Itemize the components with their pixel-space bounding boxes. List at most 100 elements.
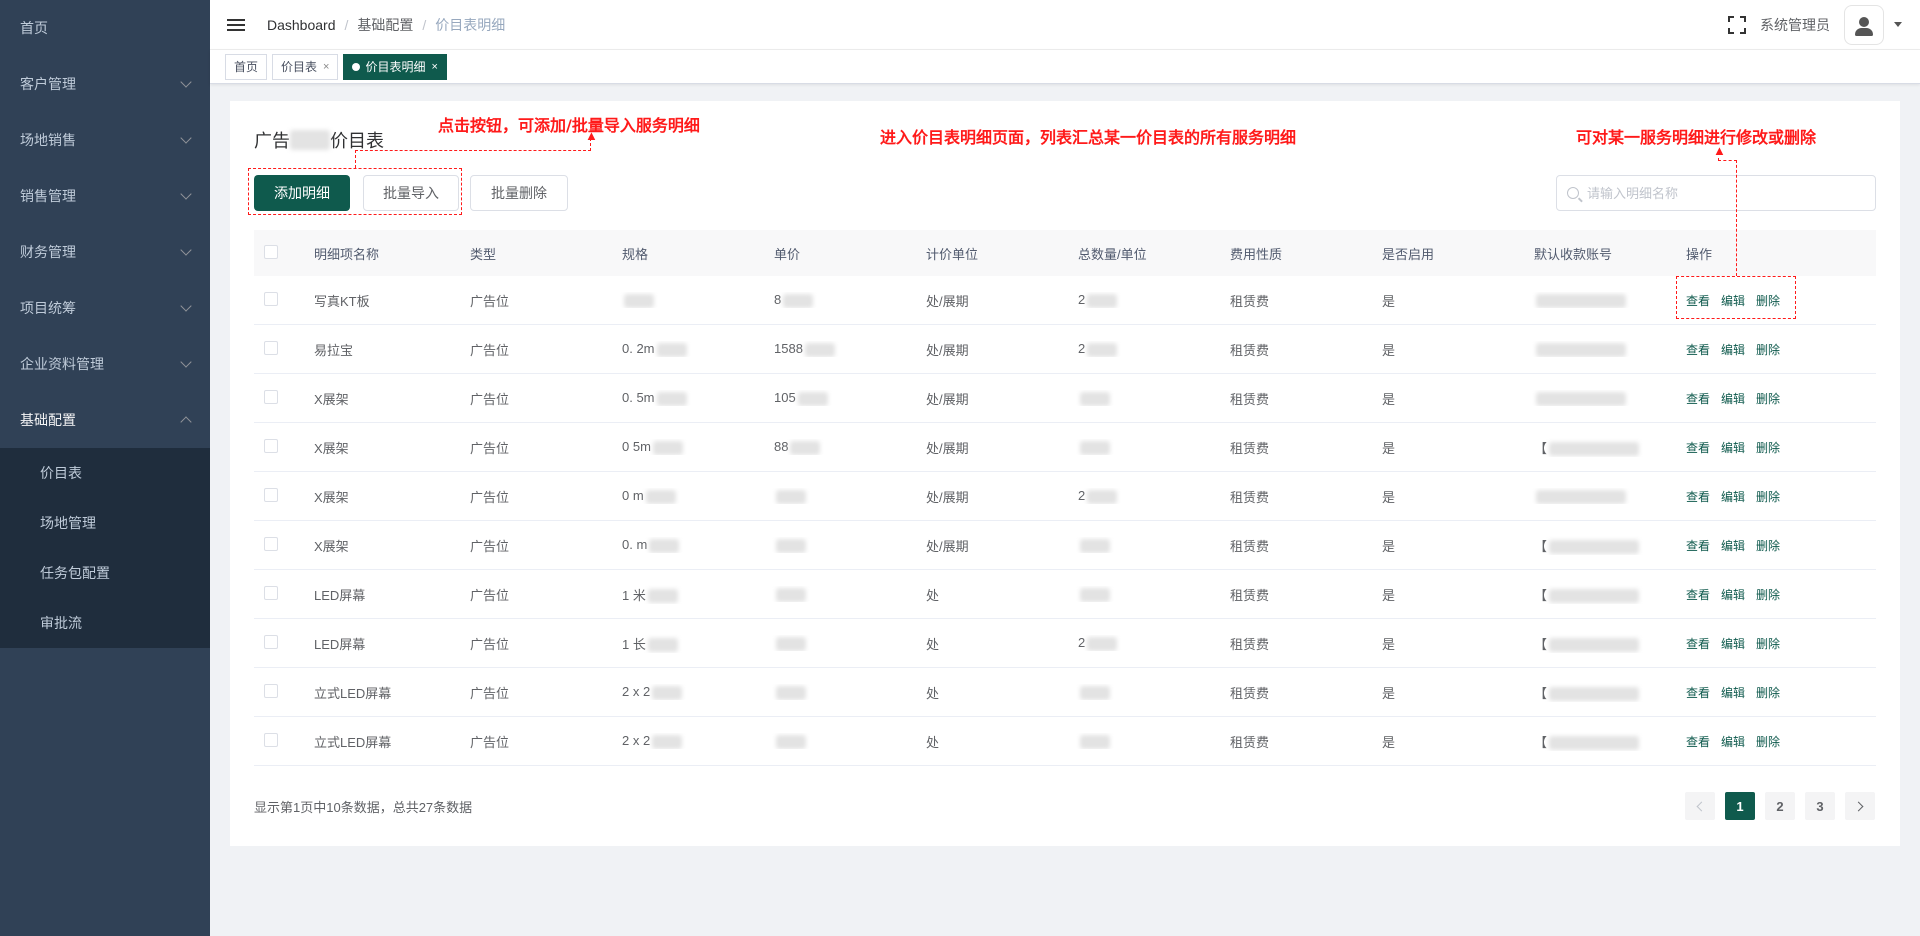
tab-price-detail[interactable]: 价目表明细 × — [343, 53, 447, 80]
edit-link[interactable]: 编辑 — [1721, 490, 1745, 504]
sidebar-subitem-price-list[interactable]: 价目表 — [0, 448, 210, 498]
redacted-text — [776, 538, 806, 553]
table-row: LED屏幕 广告位 1 米 处 租赁费 是 【 查看 编辑 删除 — [254, 570, 1876, 619]
cell-text: 广告位 — [470, 636, 510, 652]
view-link[interactable]: 查看 — [1686, 588, 1710, 602]
sidebar-subitem-venue[interactable]: 场地管理 — [0, 498, 210, 548]
view-link[interactable]: 查看 — [1686, 392, 1710, 406]
row-checkbox[interactable] — [264, 389, 278, 404]
sidebar-item-customer[interactable]: 客户管理 — [0, 56, 210, 112]
view-link[interactable]: 查看 — [1686, 490, 1710, 504]
sidebar-item-project[interactable]: 项目统筹 — [0, 280, 210, 336]
row-checkbox[interactable] — [264, 683, 278, 698]
row-checkbox[interactable] — [264, 487, 278, 502]
delete-link[interactable]: 删除 — [1756, 441, 1780, 455]
cell-spec: 0. 2m — [612, 341, 764, 357]
row-checkbox[interactable] — [264, 291, 278, 306]
cell-price: 105 — [764, 390, 916, 406]
batch-delete-button[interactable]: 批量删除 — [470, 175, 568, 211]
cell-spec: 0. 5m — [612, 390, 764, 406]
sidebar-item-finance[interactable]: 财务管理 — [0, 224, 210, 280]
search-input[interactable] — [1587, 185, 1867, 201]
delete-link[interactable]: 删除 — [1756, 735, 1780, 749]
view-link[interactable]: 查看 — [1686, 343, 1710, 357]
cell-fee: 租赁费 — [1220, 585, 1372, 604]
row-checkbox[interactable] — [264, 732, 278, 747]
breadcrumb: Dashboard / 基础配置 / 价目表明细 — [267, 15, 505, 35]
cell-text: 是 — [1382, 685, 1396, 701]
delete-link[interactable]: 删除 — [1756, 490, 1780, 504]
view-link[interactable]: 查看 — [1686, 441, 1710, 455]
prev-page-button[interactable] — [1685, 792, 1715, 820]
cell-text: 0. 5m — [622, 390, 655, 406]
row-checkbox[interactable] — [264, 634, 278, 649]
cell-name: 立式LED屏幕 — [304, 732, 460, 751]
hamburger-icon[interactable] — [227, 16, 245, 34]
tab-label: 首页 — [234, 59, 259, 74]
sidebar-item-sales[interactable]: 销售管理 — [0, 168, 210, 224]
sidebar-item-home[interactable]: 首页 — [0, 0, 210, 56]
cell-text: 广告位 — [470, 489, 510, 505]
edit-link[interactable]: 编辑 — [1721, 686, 1745, 700]
row-checkbox[interactable] — [264, 536, 278, 551]
edit-link[interactable]: 编辑 — [1721, 588, 1745, 602]
sidebar-subitem-task-package[interactable]: 任务包配置 — [0, 548, 210, 598]
row-checkbox[interactable] — [264, 585, 278, 600]
cell-price: 8 — [764, 292, 916, 308]
cell-name: 易拉宝 — [304, 340, 460, 359]
cell-unit: 处/展期 — [916, 487, 1068, 506]
edit-link[interactable]: 编辑 — [1721, 637, 1745, 651]
sidebar-item-venue-sales[interactable]: 场地销售 — [0, 112, 210, 168]
next-page-button[interactable] — [1845, 792, 1875, 820]
cell-text: 处/展期 — [926, 489, 969, 505]
redacted-text — [1536, 391, 1626, 406]
view-link[interactable]: 查看 — [1686, 637, 1710, 651]
column-header: 类型 — [470, 246, 497, 262]
edit-link[interactable]: 编辑 — [1721, 441, 1745, 455]
cell-text: X展架 — [314, 440, 349, 456]
view-link[interactable]: 查看 — [1686, 686, 1710, 700]
delete-link[interactable]: 删除 — [1756, 588, 1780, 602]
sidebar-subitem-approval[interactable]: 审批流 — [0, 598, 210, 648]
delete-link[interactable]: 删除 — [1756, 539, 1780, 553]
delete-link[interactable]: 删除 — [1756, 686, 1780, 700]
redacted-text — [1549, 540, 1640, 555]
avatar[interactable] — [1844, 4, 1884, 45]
cell-spec: 0 5m — [612, 439, 764, 455]
view-link[interactable]: 查看 — [1686, 735, 1710, 749]
row-checkbox[interactable] — [264, 340, 278, 355]
tab-home[interactable]: 首页 — [225, 53, 268, 80]
cell-text: 2 x 2 — [622, 733, 651, 749]
redacted-text — [652, 685, 683, 700]
edit-link[interactable]: 编辑 — [1721, 539, 1745, 553]
breadcrumb-dashboard[interactable]: Dashboard — [267, 17, 336, 33]
page-button[interactable]: 2 — [1765, 792, 1795, 820]
select-all-checkbox[interactable] — [264, 244, 278, 259]
cell-account: 【 — [1524, 732, 1676, 751]
page-button[interactable]: 3 — [1805, 792, 1835, 820]
fullscreen-icon[interactable] — [1728, 15, 1746, 34]
cell-text: 易拉宝 — [314, 342, 354, 358]
sidebar-item-enterprise[interactable]: 企业资料管理 — [0, 336, 210, 392]
redacted-text — [797, 391, 828, 406]
close-icon[interactable]: × — [323, 55, 329, 79]
close-icon[interactable]: × — [431, 55, 437, 79]
page-button[interactable]: 1 — [1725, 792, 1755, 820]
cell-text: 租赁费 — [1230, 293, 1270, 309]
annotation-ops-hint: 可对某一服务明细进行修改或删除 — [1576, 128, 1817, 147]
cell-text: LED屏幕 — [314, 587, 366, 603]
cell-text: 【 — [1534, 734, 1548, 750]
cell-text: 8 — [774, 292, 782, 308]
row-checkbox[interactable] — [264, 438, 278, 453]
delete-link[interactable]: 删除 — [1756, 637, 1780, 651]
edit-link[interactable]: 编辑 — [1721, 343, 1745, 357]
sidebar-item-basic-config[interactable]: 基础配置 — [0, 392, 210, 448]
cell-enabled: 是 — [1372, 438, 1524, 457]
delete-link[interactable]: 删除 — [1756, 392, 1780, 406]
edit-link[interactable]: 编辑 — [1721, 735, 1745, 749]
delete-link[interactable]: 删除 — [1756, 343, 1780, 357]
tab-price-list[interactable]: 价目表 × — [272, 53, 339, 80]
caret-down-icon[interactable] — [1894, 22, 1902, 27]
view-link[interactable]: 查看 — [1686, 539, 1710, 553]
edit-link[interactable]: 编辑 — [1721, 392, 1745, 406]
